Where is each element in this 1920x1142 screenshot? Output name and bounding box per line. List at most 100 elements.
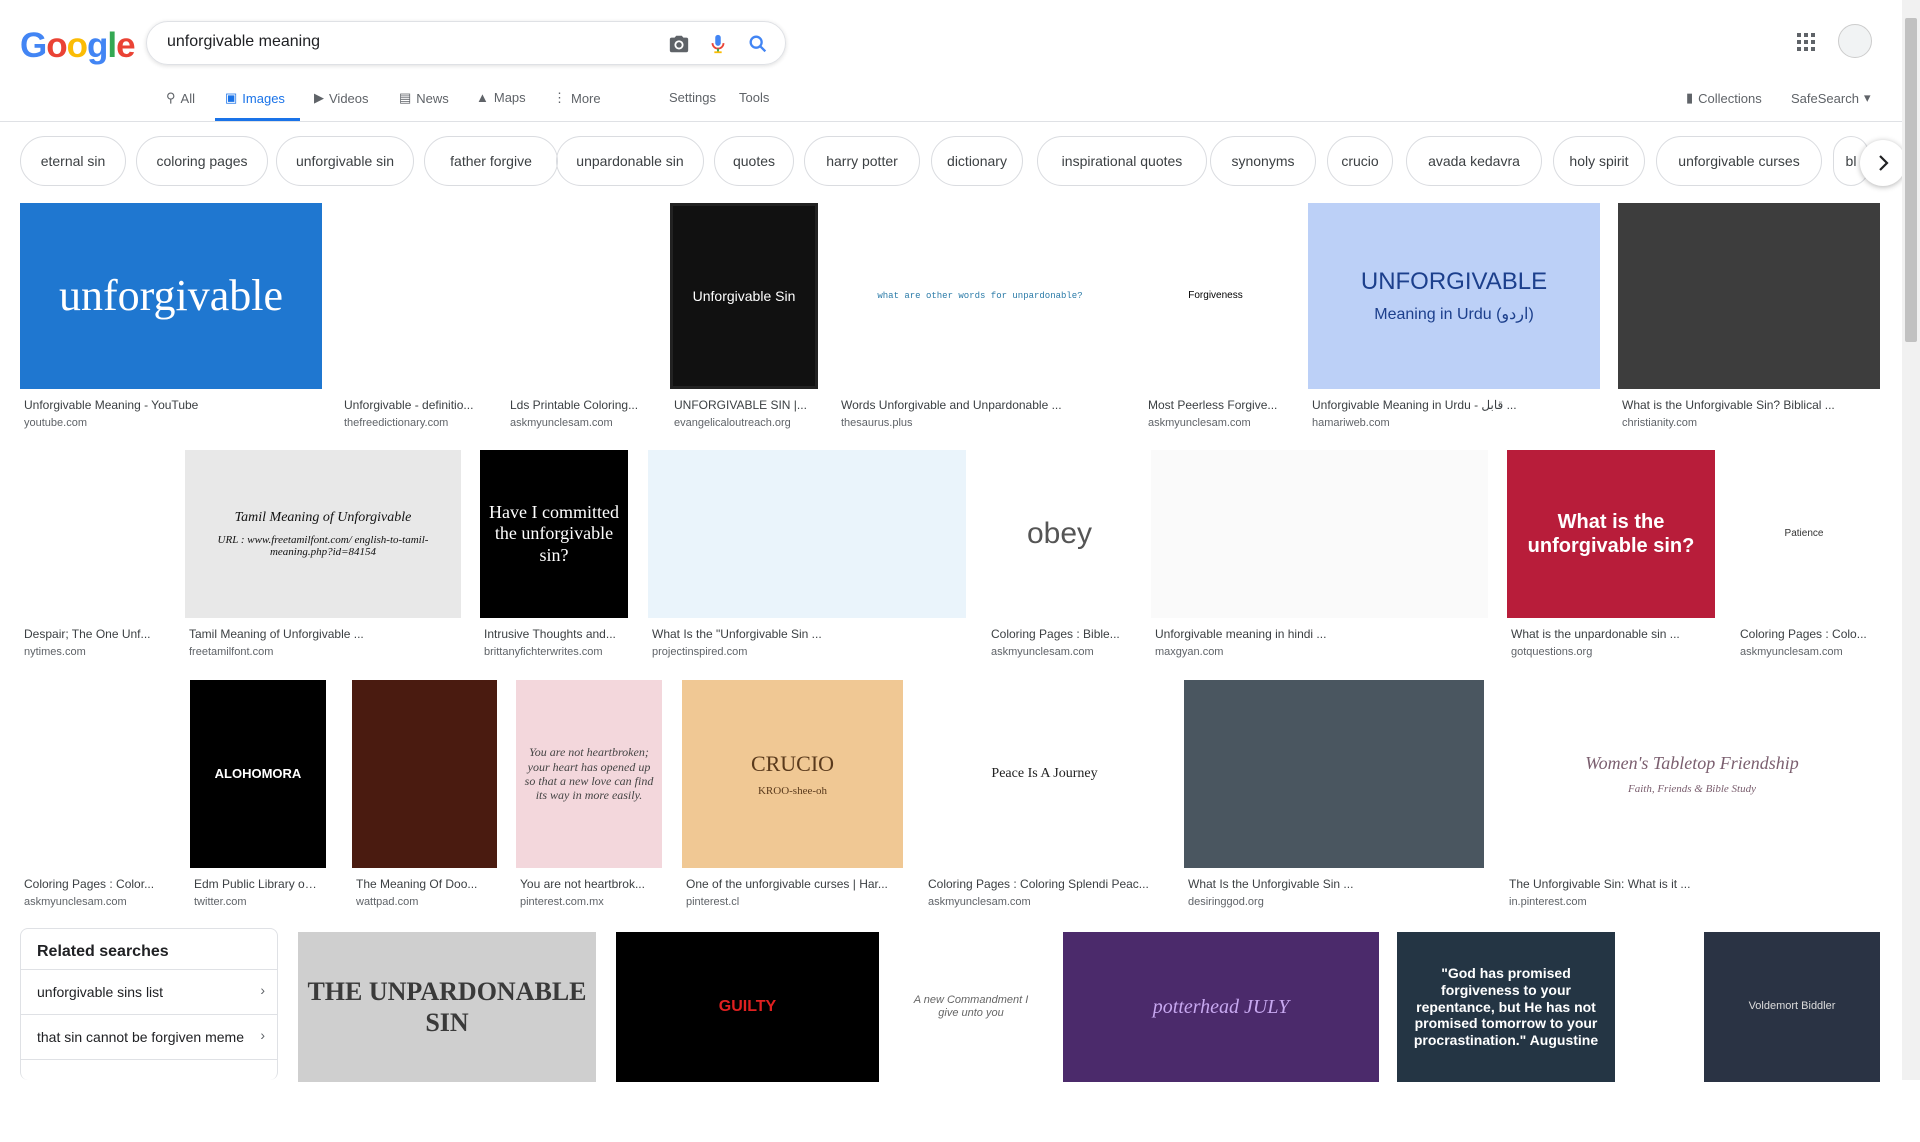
result-title[interactable]: Unforgivable Meaning - YouTube — [24, 398, 318, 412]
result-source[interactable]: hamariweb.com — [1312, 417, 1596, 429]
result-source[interactable]: youtube.com — [24, 417, 318, 429]
chip-coloring-pages[interactable]: coloring pages — [136, 136, 268, 186]
result-source[interactable]: thefreedictionary.com — [344, 417, 482, 429]
chips-next-button[interactable] — [1860, 140, 1906, 186]
image-result[interactable]: Unforgivable Sin UNFORGIVABLE SIN |... eva… — [670, 203, 818, 449]
image-result[interactable]: Unforgivable meaning in hindi ... maxgyan… — [1151, 450, 1488, 678]
chip-holy-spirit[interactable]: holy spirit — [1553, 136, 1645, 186]
result-source[interactable]: pinterest.cl — [686, 896, 899, 908]
result-thumbnail[interactable]: Unforgivable Sin — [670, 203, 818, 389]
tab-more[interactable]: ⋮ More — [553, 90, 601, 106]
image-result[interactable]: What Is the Unforgivable Sin ... desiring… — [1184, 680, 1484, 928]
result-thumbnail[interactable] — [1618, 203, 1880, 389]
result-thumbnail[interactable]: potterhead JULY — [1063, 932, 1379, 1082]
result-thumbnail[interactable]: obey — [987, 450, 1132, 618]
image-result[interactable]: GUILTY — [616, 932, 879, 1142]
search-icon[interactable] — [747, 33, 769, 55]
result-title[interactable]: What is the unpardonable sin ... — [1511, 627, 1711, 641]
result-title[interactable]: UNFORGIVABLE SIN |... — [674, 398, 814, 412]
result-title[interactable]: Coloring Pages : Coloring Splendi Peac..… — [928, 877, 1161, 891]
image-result[interactable]: What is the unforgivable sin? What is the… — [1507, 450, 1715, 678]
result-title[interactable]: Most Peerless Forgive... — [1148, 398, 1283, 412]
image-result[interactable]: What Is the "Unforgivable Sin ... project… — [648, 450, 966, 678]
result-thumbnail[interactable]: What is the unforgivable sin? — [1507, 450, 1715, 618]
result-source[interactable]: askmyunclesam.com — [991, 646, 1128, 658]
tab-maps[interactable]: ▲ Maps — [476, 90, 526, 105]
result-title[interactable]: Coloring Pages : Color... — [24, 877, 162, 891]
image-result[interactable]: potterhead JULY — [1063, 932, 1379, 1142]
result-title[interactable]: One of the unforgivable curses | Har... — [686, 877, 899, 891]
result-title[interactable]: You are not heartbrok... — [520, 877, 658, 891]
chip-eternal-sin[interactable]: eternal sin — [20, 136, 126, 186]
result-source[interactable]: thesaurus.plus — [841, 417, 1119, 429]
microphone-icon[interactable] — [707, 33, 729, 55]
result-thumbnail[interactable]: GUILTY — [616, 932, 879, 1082]
result-title[interactable]: Coloring Pages : Colo... — [1740, 627, 1868, 641]
result-source[interactable]: askmyunclesam.com — [1740, 646, 1868, 658]
result-title[interactable]: Coloring Pages : Bible... — [991, 627, 1128, 641]
result-thumbnail[interactable] — [1151, 450, 1488, 618]
tab-news[interactable]: ▤ News — [399, 90, 449, 106]
result-source[interactable]: gotquestions.org — [1511, 646, 1711, 658]
result-source[interactable]: in.pinterest.com — [1509, 896, 1875, 908]
apps-grid-icon[interactable] — [1796, 32, 1816, 52]
image-result[interactable]: Tamil Meaning of Unforgivable URL : www.f… — [185, 450, 461, 678]
image-result[interactable]: unforgivable Unforgivable Meaning - YouTu… — [20, 203, 322, 449]
image-result[interactable]: obey Coloring Pages : Bible... askmyuncles… — [987, 450, 1132, 678]
result-thumbnail[interactable]: You are not heartbroken; your heart has … — [516, 680, 662, 868]
image-result[interactable]: Voldemort Biddler — [1704, 932, 1880, 1142]
chip-unforgivable-sin[interactable]: unforgivable sin — [276, 136, 414, 186]
google-logo[interactable]: Google — [20, 26, 136, 66]
result-title[interactable]: The Meaning Of Doo... — [356, 877, 493, 891]
tab-all[interactable]: ⚲ All — [166, 90, 195, 106]
chip-synonyms[interactable]: synonyms — [1210, 136, 1316, 186]
result-thumbnail[interactable]: A new Commandment I give unto you — [900, 932, 1042, 1082]
chip-father-forgive[interactable]: father forgive — [424, 136, 558, 186]
result-thumbnail[interactable]: UNFORGIVABLE Meaning in Urdu (اردو) — [1308, 203, 1600, 389]
result-title[interactable]: Intrusive Thoughts and... — [484, 627, 624, 641]
result-thumbnail[interactable] — [1184, 680, 1484, 868]
camera-icon[interactable] — [668, 33, 690, 55]
image-result[interactable]: The Meaning Of Doo... wattpad.com — [352, 680, 497, 928]
result-title[interactable]: Lds Printable Coloring... — [510, 398, 644, 412]
result-title[interactable]: What is the Unforgivable Sin? Biblical .… — [1622, 398, 1876, 412]
image-result[interactable]: UNFORGIVABLE Meaning in Urdu (اردو) Unforg… — [1308, 203, 1600, 449]
result-source[interactable]: evangelicaloutreach.org — [674, 417, 814, 429]
image-result[interactable]: Lds Printable Coloring... askmyunclesam.c… — [506, 203, 648, 449]
image-result[interactable]: "God has promised forgiveness to your re… — [1397, 932, 1615, 1142]
image-result[interactable]: Have I committed the unforgivable sin? In… — [480, 450, 628, 678]
result-source[interactable]: askmyunclesam.com — [1148, 417, 1283, 429]
image-result[interactable]: Unforgivable - definitio... thefreedictio… — [340, 203, 486, 449]
image-result[interactable]: ALOHOMORA Edm Public Library on ... twitte… — [190, 680, 326, 928]
result-thumbnail[interactable] — [20, 450, 166, 618]
result-source[interactable]: nytimes.com — [24, 646, 162, 658]
chip-dictionary[interactable]: dictionary — [931, 136, 1023, 186]
result-thumbnail[interactable]: Patience — [1736, 450, 1872, 618]
chip-crucio[interactable]: crucio — [1327, 136, 1393, 186]
result-thumbnail[interactable] — [648, 450, 966, 618]
image-result[interactable]: What is the Unforgivable Sin? Biblical .… — [1618, 203, 1880, 449]
image-result[interactable]: CRUCIO KROO-shee-oh One of the unforgivabl… — [682, 680, 903, 928]
image-result[interactable]: Forgiveness Most Peerless Forgive... askmy… — [1144, 203, 1287, 449]
result-thumbnail[interactable]: CRUCIO KROO-shee-oh — [682, 680, 903, 868]
result-source[interactable]: pinterest.com.mx — [520, 896, 658, 908]
result-source[interactable]: brittanyfichterwrites.com — [484, 646, 624, 658]
result-thumbnail[interactable]: Forgiveness — [1144, 203, 1287, 389]
result-source[interactable]: desiringgod.org — [1188, 896, 1480, 908]
result-title[interactable]: What Is the Unforgivable Sin ... — [1188, 877, 1480, 891]
result-source[interactable]: askmyunclesam.com — [510, 417, 644, 429]
result-thumbnail[interactable] — [340, 203, 486, 389]
result-title[interactable]: Unforgivable meaning in hindi ... — [1155, 627, 1484, 641]
avatar[interactable] — [1838, 24, 1872, 58]
image-result[interactable]: what are other words for unpardonable? Wo… — [837, 203, 1123, 449]
result-title[interactable]: Despair; The One Unf... — [24, 627, 162, 641]
result-source[interactable]: christianity.com — [1622, 417, 1876, 429]
result-source[interactable]: askmyunclesam.com — [24, 896, 162, 908]
search-input[interactable]: unforgivable meaning — [167, 33, 320, 51]
collections-link[interactable]: ▮ Collections — [1686, 90, 1762, 106]
image-result[interactable]: Peace Is A Journey Coloring Pages : Color… — [924, 680, 1165, 928]
image-result[interactable]: You are not heartbroken; your heart has … — [516, 680, 662, 928]
result-title[interactable]: Unforgivable Meaning in Urdu - قابل ... — [1312, 398, 1596, 412]
result-thumbnail[interactable]: ALOHOMORA — [190, 680, 326, 868]
result-thumbnail[interactable] — [352, 680, 497, 868]
